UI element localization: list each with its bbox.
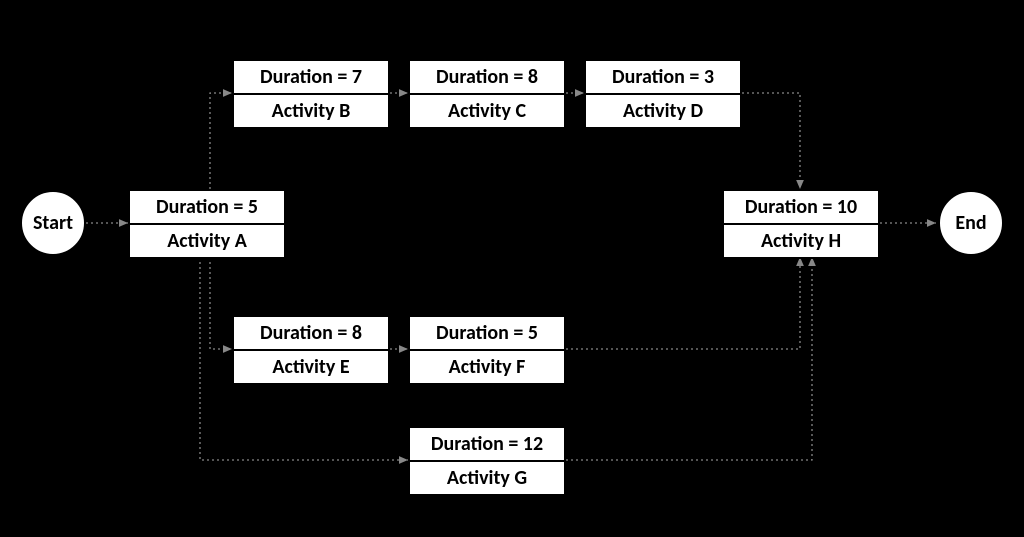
activity-D-duration: Duration = 3 <box>586 61 740 95</box>
start-node: Start <box>20 190 86 256</box>
activity-B-name: Activity B <box>234 95 388 127</box>
activity-E-duration: Duration = 8 <box>234 317 388 351</box>
activity-node-G: Duration = 12 Activity G <box>408 426 566 496</box>
activity-C-name: Activity C <box>410 95 564 127</box>
activity-A-duration: Duration = 5 <box>130 191 284 225</box>
end-node: End <box>938 190 1004 256</box>
activity-G-name: Activity G <box>410 462 564 494</box>
activity-node-B: Duration = 7 Activity B <box>232 59 390 129</box>
start-label: Start <box>33 211 73 235</box>
activity-A-name: Activity A <box>130 225 284 257</box>
activity-node-D: Duration = 3 Activity D <box>584 59 742 129</box>
activity-node-A: Duration = 5 Activity A <box>128 189 286 259</box>
activity-node-H: Duration = 10 Activity H <box>722 189 880 259</box>
activity-H-name: Activity H <box>724 225 878 257</box>
activity-node-F: Duration = 5 Activity F <box>408 315 566 385</box>
activity-D-name: Activity D <box>586 95 740 127</box>
activity-G-duration: Duration = 12 <box>410 428 564 462</box>
activity-F-duration: Duration = 5 <box>410 317 564 351</box>
activity-F-name: Activity F <box>410 351 564 383</box>
activity-node-C: Duration = 8 Activity C <box>408 59 566 129</box>
activity-B-duration: Duration = 7 <box>234 61 388 95</box>
activity-node-E: Duration = 8 Activity E <box>232 315 390 385</box>
activity-E-name: Activity E <box>234 351 388 383</box>
activity-C-duration: Duration = 8 <box>410 61 564 95</box>
end-label: End <box>955 211 986 235</box>
activity-H-duration: Duration = 10 <box>724 191 878 225</box>
